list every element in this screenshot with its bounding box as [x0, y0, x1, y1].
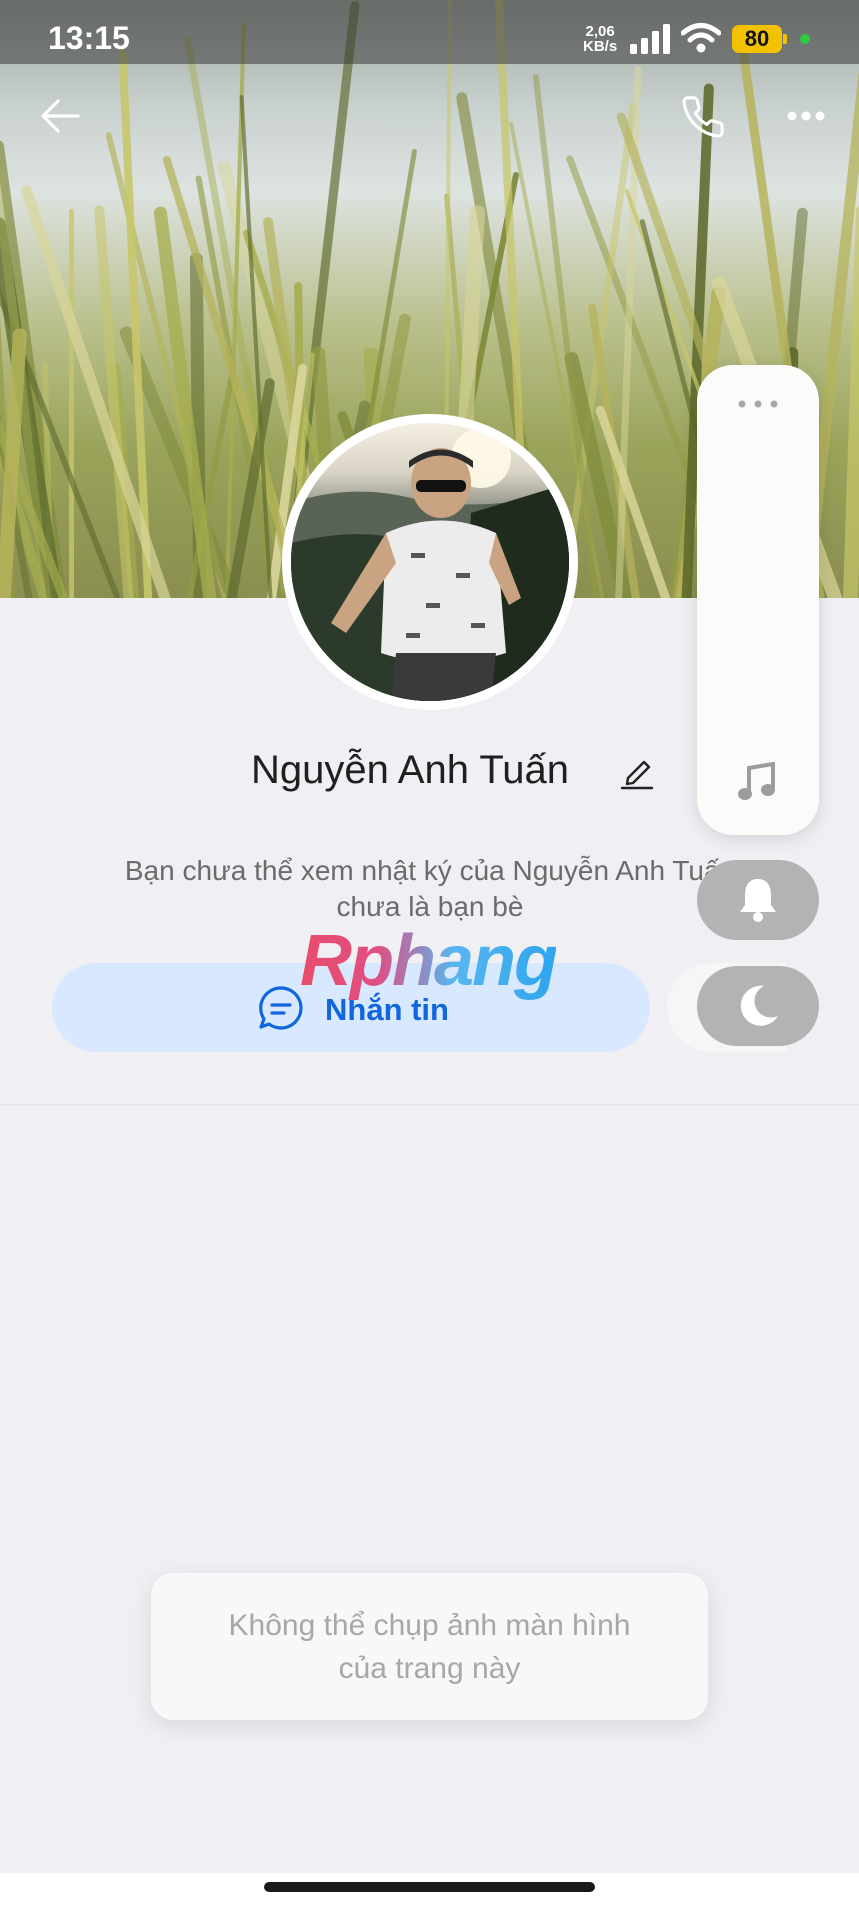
diary-notice-line1: Bạn chưa thể xem nhật ký của Nguyễn Anh …: [124, 855, 736, 886]
more-options-icon[interactable]: [786, 110, 826, 122]
network-speed-unit: KB/s: [583, 38, 618, 55]
bell-icon: [740, 879, 776, 922]
network-speed-value: 2,06: [585, 23, 615, 40]
back-arrow-icon[interactable]: [40, 98, 80, 134]
battery-indicator: 80: [732, 25, 782, 53]
music-note-icon[interactable]: [737, 762, 777, 804]
signal-icon: [630, 24, 670, 54]
more-dots-icon[interactable]: [737, 399, 779, 409]
pencil-icon[interactable]: [620, 754, 654, 790]
toast-text: Không thể chụp ảnh màn hình của trang nà…: [151, 1604, 708, 1690]
profile-name: Nguyễn Anh Tuấn: [250, 748, 570, 792]
wifi-icon: [681, 23, 721, 53]
avatar-photo: [291, 428, 569, 701]
grass-blade: [69, 208, 74, 598]
diary-notice: Bạn chưa thể xem nhật ký của Nguyễn Anh …: [60, 853, 800, 925]
avatar[interactable]: [291, 423, 569, 701]
chat-bubble-icon: [259, 986, 303, 1030]
toast-line2: của trang này: [338, 1652, 521, 1685]
status-time: 13:15: [48, 20, 130, 56]
moon-icon: [740, 985, 778, 1026]
watermark-logo: Rphang: [300, 921, 558, 1001]
phone-icon[interactable]: [680, 94, 726, 140]
battery-tip: [783, 34, 787, 44]
home-indicator[interactable]: [264, 1882, 595, 1892]
privacy-indicator-dot: [800, 34, 810, 44]
toast-line1: Không thể chụp ảnh màn hình: [228, 1609, 631, 1642]
network-speed: 2,06 KB/s: [583, 24, 617, 54]
section-divider: [0, 1104, 859, 1106]
